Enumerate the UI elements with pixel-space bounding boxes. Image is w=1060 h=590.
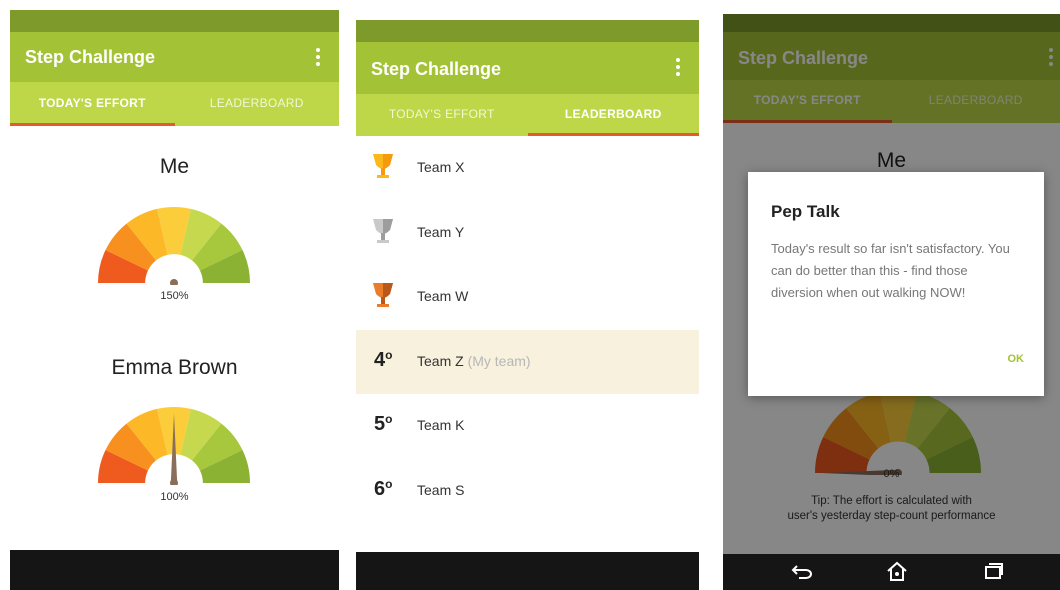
team-name: Team Z [417, 352, 464, 369]
rank-number: 5 [374, 413, 386, 435]
rank-ordinal: o [385, 476, 393, 491]
tab-label: TODAY'S EFFORT [38, 96, 146, 110]
pep-talk-dialog: Pep Talk Today's result so far isn't sat… [748, 172, 1044, 396]
leaderboard-row[interactable]: 4o Team Z (My team) [356, 329, 699, 394]
silver-trophy-icon [373, 218, 393, 243]
person-name: Me [159, 155, 190, 178]
app-title: Step Challenge [371, 59, 502, 79]
team-name-line: Team W [417, 288, 468, 304]
home-icon[interactable] [886, 561, 908, 582]
my-team-tag: (My team) [467, 352, 531, 369]
tab-label: LEADERBOARD [564, 107, 662, 121]
app-title: Step Challenge [25, 47, 156, 67]
effort-gauge [98, 207, 250, 285]
rank-ordinal: o [385, 412, 393, 426]
navigation-bar [10, 550, 339, 590]
status-bar [356, 20, 699, 42]
gold-trophy-icon [373, 154, 393, 178]
tab-leaderboard[interactable]: LEADERBOARD [527, 94, 699, 136]
navigation-bar [356, 552, 699, 590]
person-name: Emma Brown [111, 356, 238, 379]
team-name-line: Team Z (My team) [417, 353, 531, 369]
status-bar [10, 10, 339, 32]
tab-todays-effort[interactable]: TODAY'S EFFORT [10, 82, 175, 126]
screen-todays-effort: Step Challenge TODAY'S EFFORT LEADERBOAR… [10, 10, 339, 590]
rank-number: 4 [374, 348, 386, 371]
back-icon[interactable] [791, 563, 813, 581]
dialog-message: Today's result so far isn't satisfactory… [771, 241, 1010, 300]
tab-bar: TODAY'S EFFORT LEADERBOARD [10, 82, 339, 126]
gauge-percent: 100% [160, 491, 189, 503]
tab-leaderboard[interactable]: LEADERBOARD [175, 82, 340, 126]
tab-indicator [10, 123, 175, 126]
recent-apps-icon[interactable] [982, 563, 1004, 581]
rank-label: 5o [374, 412, 393, 436]
more-vert-icon[interactable] [676, 58, 681, 79]
team-name: Team K [417, 417, 465, 433]
team-name-line: Team Y [417, 224, 464, 240]
screen-pep-talk-dialog: Step Challenge TODAY'S EFFORT LEADERBOAR… [723, 14, 1060, 590]
rank-ordinal: o [385, 347, 393, 362]
tab-label: LEADERBOARD [209, 96, 304, 110]
team-name-line: Team K [417, 417, 464, 433]
gauge-percent: 150% [160, 290, 189, 302]
more-vert-icon[interactable] [316, 48, 321, 69]
rank-label: 4o [374, 347, 393, 372]
team-name: Team W [417, 288, 469, 304]
effort-gauge [98, 407, 250, 485]
rank-number: 6 [374, 477, 386, 500]
leaderboard-row[interactable]: Team X [356, 136, 699, 200]
team-name-line: Team S [417, 482, 464, 498]
tab-todays-effort[interactable]: TODAY'S EFFORT [356, 94, 528, 136]
leaderboard-row[interactable]: Team W [356, 265, 699, 329]
team-name: Team Y [417, 223, 465, 240]
leaderboard-row[interactable]: Team Y [356, 201, 699, 265]
tab-bar: TODAY'S EFFORT LEADERBOARD [356, 94, 699, 136]
screen-leaderboard: Step Challenge TODAY'S EFFORT LEADERBOAR… [356, 20, 699, 590]
dialog-title: Pep Talk [771, 202, 840, 221]
ok-button[interactable]: OK [1008, 353, 1025, 365]
app-bar: Step Challenge [10, 32, 339, 82]
leaderboard-row[interactable]: 6o Team S [356, 459, 699, 523]
tab-label: TODAY'S EFFORT [388, 107, 495, 121]
bronze-trophy-icon [373, 283, 393, 307]
team-name: Team S [417, 481, 465, 498]
app-bar: Step Challenge [356, 42, 699, 94]
team-name-line: Team X [417, 159, 464, 175]
rank-label: 6o [374, 476, 393, 501]
leaderboard-row[interactable]: 5o Team K [356, 394, 699, 458]
gauge-hub [170, 279, 178, 285]
navigation-bar [723, 554, 1060, 590]
team-name: Team X [417, 159, 465, 175]
